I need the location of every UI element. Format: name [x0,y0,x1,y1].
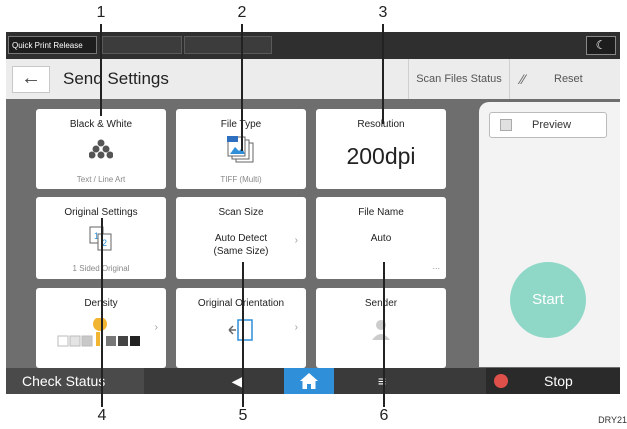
chevron-right-icon: › [294,235,298,246]
resolution-value: 200dpi [346,143,416,169]
file-name-tile[interactable]: File Name Auto ... [316,197,446,279]
leader-line-2 [241,24,243,151]
stop-icon [494,374,508,388]
callout-5: 5 [238,407,248,424]
callout-4: 4 [97,407,107,424]
preview-checkbox[interactable]: Preview [489,112,607,138]
callout-1: 1 [96,4,106,21]
leader-line-4 [101,218,103,407]
callout-2: 2 [237,4,247,21]
density-scale-icon [57,318,140,347]
scan-size-tile[interactable]: Scan Size Auto Detect (Same Size) › [176,197,306,279]
leader-line-5 [242,262,244,407]
chevron-right-icon: › [154,322,158,333]
file-name-value: Auto [370,233,392,244]
reset-button[interactable]: Reset [554,59,583,99]
tile-title: Original Settings [64,207,138,218]
tile-title: Original Orientation [197,298,285,309]
reference-code: DRY21 [598,415,627,425]
color-mode-icon [89,139,113,159]
device-screen: Quick Print Release ☾ ← Send Settings Sc… [6,32,620,394]
moon-icon[interactable]: ☾ [586,36,616,55]
svg-text:2: 2 [102,238,107,248]
scan-files-status-button[interactable]: Scan Files Status [408,59,510,99]
leader-line-1 [100,24,102,116]
tile-caption: TIFF (Multi) [220,175,262,184]
sender-tile[interactable]: Sender [316,288,446,368]
tile-title: Scan Size [218,207,264,218]
more-icon: ... [432,261,440,271]
quick-print-release-button[interactable]: Quick Print Release [8,36,97,54]
tile-title: File Name [358,207,404,218]
back-arrow-icon[interactable]: ◀ [222,368,252,394]
tile-title: Black & White [69,119,133,130]
leader-line-6 [383,262,385,407]
resolution-tile[interactable]: Resolution 200dpi [316,109,446,189]
leader-line-3 [382,24,384,124]
tile-title: Sender [364,298,398,309]
home-button[interactable] [284,368,334,394]
bottom-bar: Check Status ◀ ≡ Stop [6,368,620,394]
scan-size-value-line2: (Same Size) [213,246,269,257]
page-title: Send Settings [63,69,169,88]
right-panel: Preview Start [479,102,620,367]
orientation-icon [228,319,253,341]
reset-icon[interactable]: ⁄⁄ [513,59,533,99]
preview-label: Preview [532,119,572,131]
callout-6: 6 [379,407,389,424]
black-white-tile[interactable]: Black & White Text / Line Art [36,109,166,189]
original-orientation-tile[interactable]: Original Orientation › [176,288,306,368]
check-status-button[interactable]: Check Status [6,368,144,394]
scan-size-value-line1: Auto Detect [214,233,268,244]
start-button[interactable]: Start [510,262,586,338]
stop-label: Stop [544,373,573,389]
chevron-right-icon: › [294,322,298,333]
top-bar-slot [184,36,272,54]
callout-3: 3 [378,4,388,21]
top-bar: Quick Print Release ☾ [6,32,620,59]
home-icon [300,373,318,389]
user-icon [372,320,390,340]
menu-icon[interactable]: ≡ [370,368,394,394]
tile-caption: Text / Line Art [76,175,126,184]
top-bar-slot [102,36,182,54]
back-button[interactable]: ← [12,66,50,93]
header: ← Send Settings Scan Files Status ⁄⁄ Res… [6,59,620,99]
stop-button[interactable]: Stop [486,368,620,394]
tile-title: Resolution [357,119,405,130]
checkbox-icon [500,119,512,131]
